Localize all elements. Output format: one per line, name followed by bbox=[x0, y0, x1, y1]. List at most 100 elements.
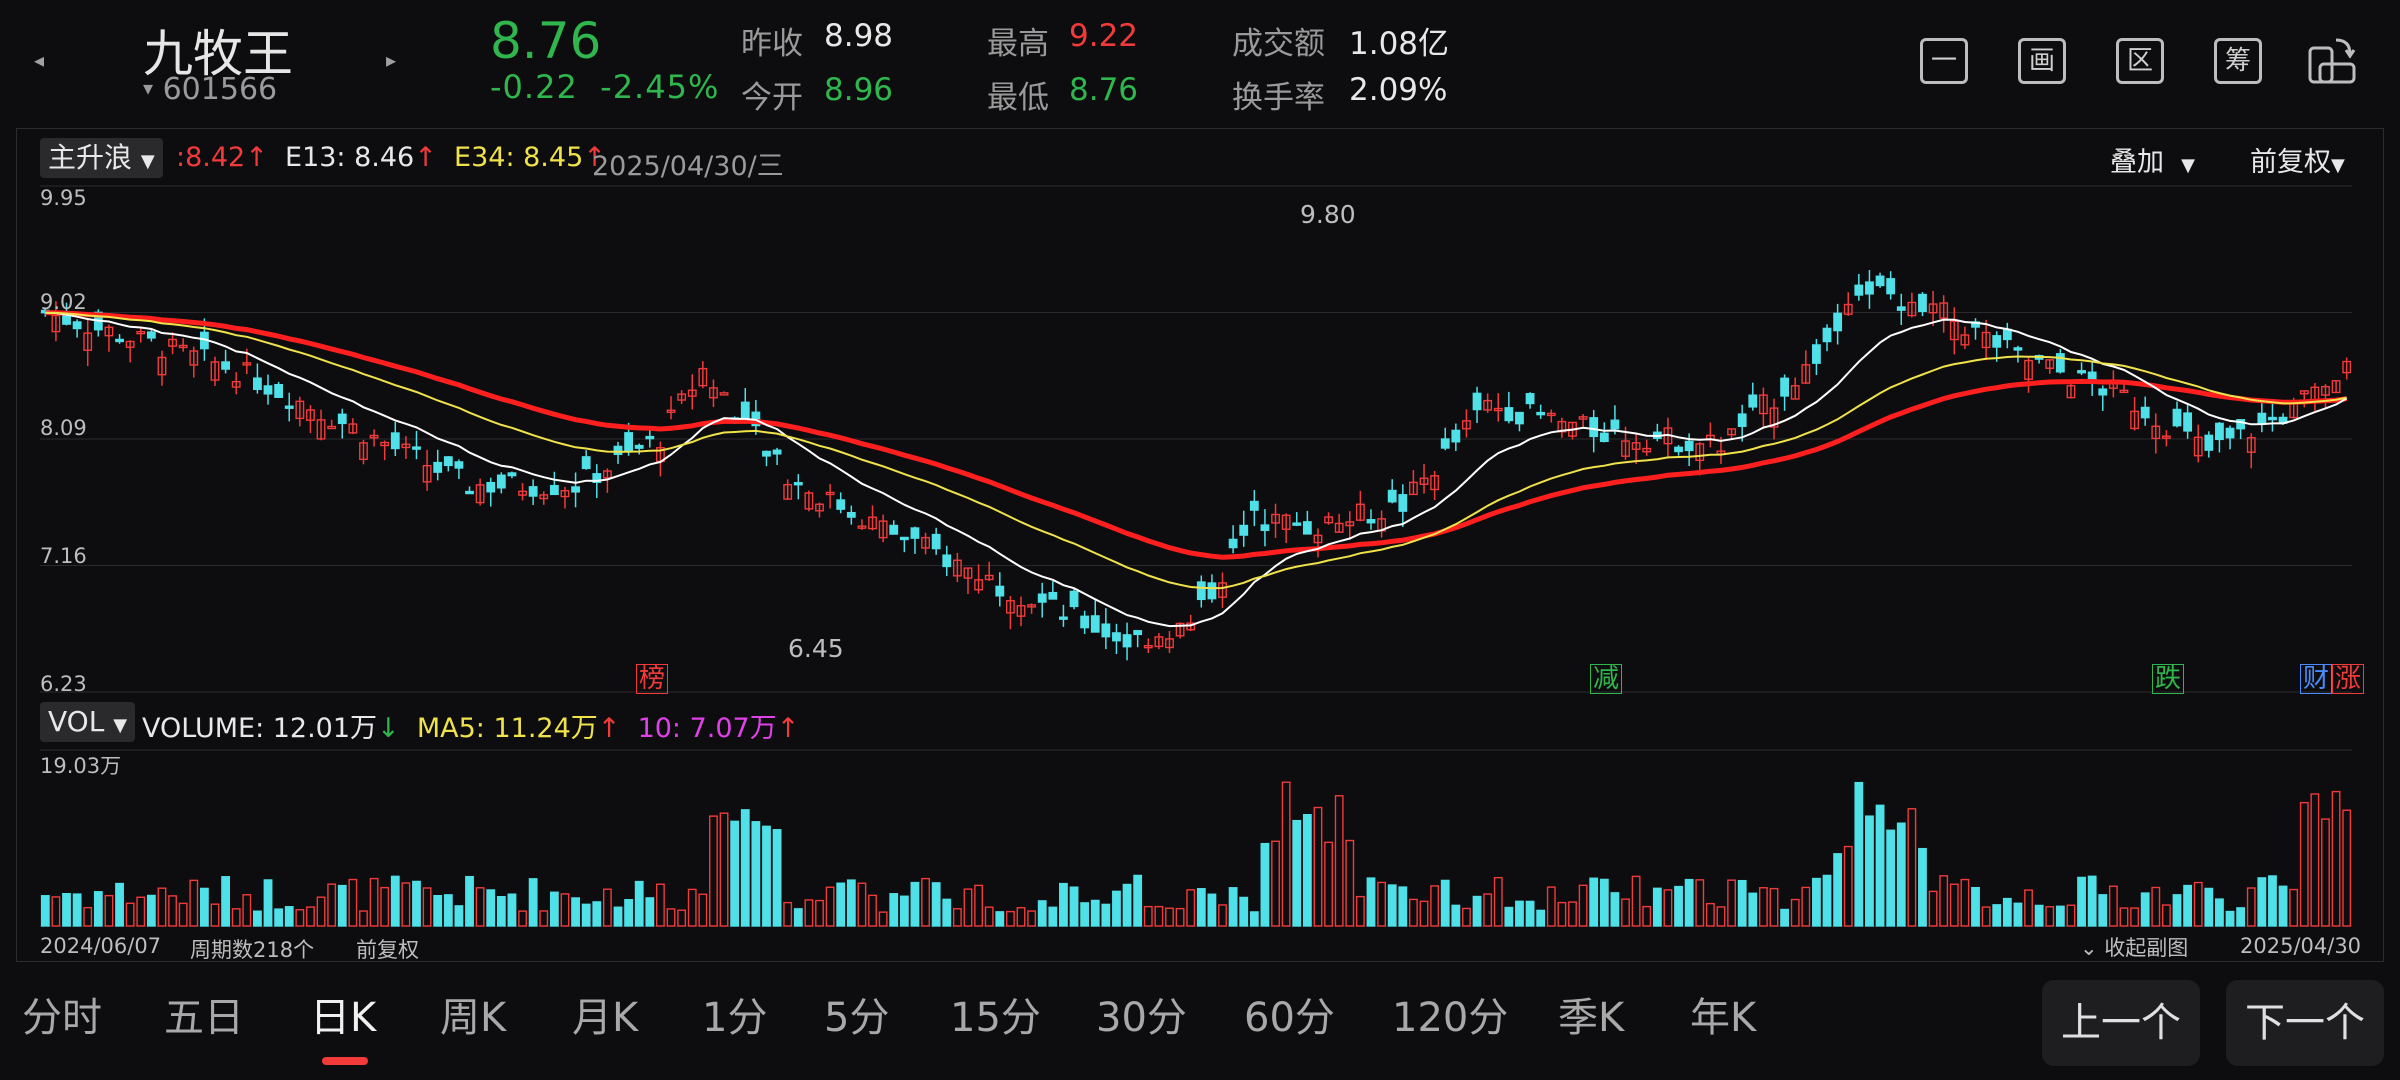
candle-body bbox=[1059, 616, 1068, 620]
prev-stock-button[interactable]: 上一个 bbox=[2042, 980, 2200, 1066]
candle-body bbox=[433, 461, 443, 473]
event-marker-finance[interactable]: 财 bbox=[2300, 664, 2333, 694]
chevron-down-icon: ▼ bbox=[113, 715, 128, 736]
candle-body bbox=[327, 425, 337, 430]
volume-bars bbox=[40, 781, 2352, 927]
volume-bar bbox=[1758, 887, 1768, 927]
volume-bar bbox=[1080, 902, 1090, 927]
volume-bar bbox=[1122, 883, 1132, 927]
tab-1min[interactable]: 1分 bbox=[702, 985, 767, 1043]
candle-body bbox=[645, 435, 655, 440]
candle-body bbox=[931, 533, 941, 550]
tab-quarterly-k[interactable]: 季K bbox=[1558, 985, 1624, 1043]
vol-y-max: 19.03万 bbox=[40, 754, 122, 778]
tab-wuri[interactable]: 五日 bbox=[164, 985, 244, 1043]
volume-bar bbox=[136, 896, 146, 927]
event-marker-rise[interactable]: 涨 bbox=[2332, 664, 2365, 694]
tab-weekly-k[interactable]: 周K bbox=[440, 985, 506, 1043]
candle-body bbox=[1504, 407, 1514, 422]
tab-30min[interactable]: 30分 bbox=[1096, 985, 1187, 1043]
volume-bar bbox=[1462, 907, 1471, 927]
volume-bar bbox=[1981, 906, 1991, 927]
volume-bar bbox=[1281, 781, 1291, 927]
volume-bar bbox=[2236, 907, 2246, 927]
volume-bar bbox=[772, 829, 782, 927]
candle-body bbox=[772, 449, 782, 455]
volume-bar bbox=[2268, 875, 2277, 927]
volume-bar bbox=[1165, 907, 1174, 927]
volume-bar bbox=[1631, 875, 1641, 927]
volume-bar bbox=[2310, 793, 2320, 927]
volume-bar bbox=[157, 887, 167, 927]
tab-5min[interactable]: 5分 bbox=[824, 985, 889, 1043]
volume-bar bbox=[518, 910, 527, 927]
candle-body bbox=[1069, 590, 1079, 608]
tab-daily-k[interactable]: 日K bbox=[310, 985, 376, 1043]
footer-adjust: 前复权 bbox=[356, 938, 419, 962]
volume-bar bbox=[1133, 874, 1143, 927]
candle-body bbox=[1101, 623, 1111, 638]
tab-monthly-k[interactable]: 月K bbox=[572, 985, 638, 1043]
volume-bar bbox=[1483, 893, 1493, 927]
candle-body bbox=[942, 554, 952, 568]
volume-bar bbox=[878, 911, 888, 927]
tab-60min[interactable]: 60分 bbox=[1244, 985, 1335, 1043]
candle-body bbox=[486, 481, 496, 493]
candle-body bbox=[2055, 353, 2065, 373]
candle-body bbox=[1992, 335, 2002, 348]
next-stock-button[interactable]: 下一个 bbox=[2226, 980, 2384, 1066]
volume-bar bbox=[2289, 888, 2299, 927]
volume-bar bbox=[1069, 886, 1079, 927]
candle-body bbox=[263, 385, 273, 395]
candle-body bbox=[1886, 278, 1896, 295]
event-marker-bang[interactable]: 榜 bbox=[636, 664, 669, 694]
tab-fenshi[interactable]: 分时 bbox=[22, 985, 102, 1043]
volume-bar bbox=[51, 896, 61, 927]
volume-bar bbox=[62, 892, 71, 927]
volume-bar bbox=[1005, 910, 1015, 927]
candle-body bbox=[1122, 634, 1132, 648]
event-marker-reduce[interactable]: 减 bbox=[1590, 664, 1623, 694]
volume-bar bbox=[1218, 904, 1227, 927]
kline-chart[interactable] bbox=[0, 0, 2400, 1080]
volume-bar bbox=[645, 897, 655, 927]
volume-bar bbox=[1557, 901, 1567, 927]
volume-bar bbox=[1059, 882, 1068, 927]
volume-bar bbox=[1355, 895, 1365, 927]
volume-bar bbox=[1642, 905, 1652, 927]
volume-bar bbox=[613, 906, 623, 927]
volume-bar bbox=[677, 909, 687, 927]
e34-line bbox=[45, 311, 2347, 590]
volume-bar bbox=[1515, 900, 1524, 927]
candle-body bbox=[1748, 394, 1758, 408]
volume-bar bbox=[1652, 887, 1662, 927]
tab-120min[interactable]: 120分 bbox=[1392, 985, 1508, 1043]
volume-bar bbox=[115, 882, 124, 927]
tab-yearly-k[interactable]: 年K bbox=[1690, 985, 1756, 1043]
volume-bar bbox=[2119, 907, 2129, 927]
volume-bar bbox=[1705, 902, 1715, 927]
volume-bar bbox=[1971, 886, 1980, 927]
volume-bar bbox=[1727, 879, 1736, 927]
volume-bar bbox=[846, 879, 856, 927]
legend-ma10: 10: 7.07万↑ bbox=[637, 713, 800, 744]
volume-bar bbox=[1345, 839, 1355, 927]
candle-body bbox=[995, 585, 1005, 597]
tab-15min[interactable]: 15分 bbox=[950, 985, 1041, 1043]
volume-bar bbox=[168, 895, 177, 927]
collapse-subchart[interactable]: ⌄ 收起副图 bbox=[2080, 932, 2188, 962]
volume-bar bbox=[1387, 884, 1397, 927]
volume-bar bbox=[1037, 900, 1047, 927]
volume-bar bbox=[1239, 896, 1249, 927]
vol-indicator-selector[interactable]: VOL ▼ bbox=[40, 702, 136, 742]
candle-body bbox=[2098, 388, 2108, 396]
volume-bar bbox=[1398, 886, 1408, 927]
event-marker-fall[interactable]: 跌 bbox=[2152, 664, 2185, 694]
volume-bar bbox=[1599, 878, 1609, 927]
volume-bar bbox=[899, 895, 909, 927]
volume-bar bbox=[995, 911, 1005, 927]
volume-bar bbox=[1886, 829, 1896, 927]
volume-bar bbox=[306, 906, 315, 927]
volume-bar bbox=[804, 899, 814, 927]
volume-bar bbox=[836, 882, 846, 927]
